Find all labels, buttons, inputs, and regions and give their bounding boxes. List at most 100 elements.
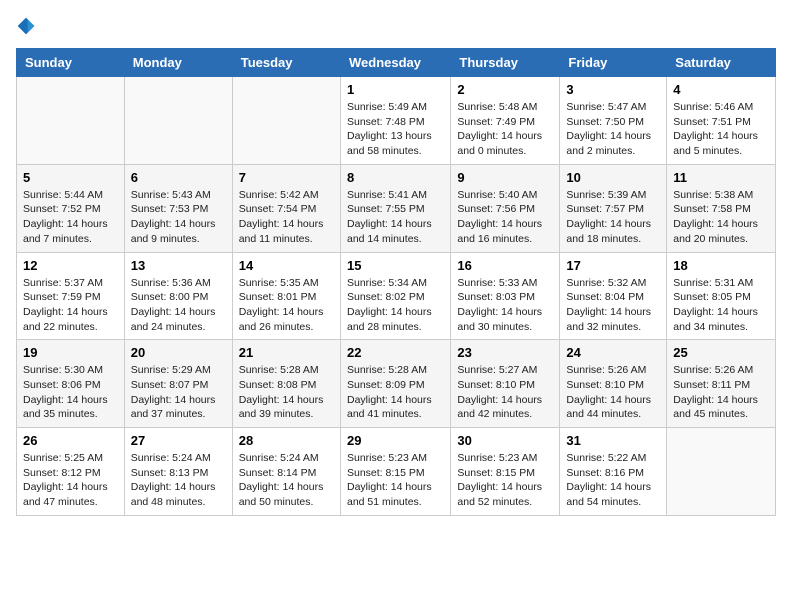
calendar-cell: 13 Sunrise: 5:36 AM Sunset: 8:00 PM Dayli… <box>124 252 232 340</box>
day-info: Sunrise: 5:23 AM Sunset: 8:15 PM Dayligh… <box>347 451 444 510</box>
day-info: Sunrise: 5:24 AM Sunset: 8:13 PM Dayligh… <box>131 451 226 510</box>
calendar-cell: 22 Sunrise: 5:28 AM Sunset: 8:09 PM Dayli… <box>340 340 450 428</box>
day-number: 18 <box>673 258 769 273</box>
calendar-week-row: 19 Sunrise: 5:30 AM Sunset: 8:06 PM Dayli… <box>17 340 776 428</box>
day-number: 4 <box>673 82 769 97</box>
day-number: 27 <box>131 433 226 448</box>
calendar-cell: 15 Sunrise: 5:34 AM Sunset: 8:02 PM Dayli… <box>340 252 450 340</box>
day-number: 21 <box>239 345 334 360</box>
day-info: Sunrise: 5:27 AM Sunset: 8:10 PM Dayligh… <box>457 363 553 422</box>
day-number: 3 <box>566 82 660 97</box>
day-info: Sunrise: 5:35 AM Sunset: 8:01 PM Dayligh… <box>239 276 334 335</box>
day-number: 26 <box>23 433 118 448</box>
day-number: 15 <box>347 258 444 273</box>
day-number: 16 <box>457 258 553 273</box>
calendar-cell: 23 Sunrise: 5:27 AM Sunset: 8:10 PM Dayli… <box>451 340 560 428</box>
calendar-cell: 24 Sunrise: 5:26 AM Sunset: 8:10 PM Dayli… <box>560 340 667 428</box>
day-info: Sunrise: 5:28 AM Sunset: 8:09 PM Dayligh… <box>347 363 444 422</box>
day-number: 9 <box>457 170 553 185</box>
day-number: 20 <box>131 345 226 360</box>
weekday-header-saturday: Saturday <box>667 49 776 77</box>
day-info: Sunrise: 5:46 AM Sunset: 7:51 PM Dayligh… <box>673 100 769 159</box>
day-info: Sunrise: 5:28 AM Sunset: 8:08 PM Dayligh… <box>239 363 334 422</box>
calendar-cell: 31 Sunrise: 5:22 AM Sunset: 8:16 PM Dayli… <box>560 428 667 516</box>
calendar-cell: 27 Sunrise: 5:24 AM Sunset: 8:13 PM Dayli… <box>124 428 232 516</box>
day-number: 11 <box>673 170 769 185</box>
calendar-cell: 6 Sunrise: 5:43 AM Sunset: 7:53 PM Daylig… <box>124 164 232 252</box>
day-info: Sunrise: 5:30 AM Sunset: 8:06 PM Dayligh… <box>23 363 118 422</box>
day-info: Sunrise: 5:31 AM Sunset: 8:05 PM Dayligh… <box>673 276 769 335</box>
calendar-cell: 12 Sunrise: 5:37 AM Sunset: 7:59 PM Dayli… <box>17 252 125 340</box>
calendar-cell: 21 Sunrise: 5:28 AM Sunset: 8:08 PM Dayli… <box>232 340 340 428</box>
calendar-cell: 2 Sunrise: 5:48 AM Sunset: 7:49 PM Daylig… <box>451 77 560 165</box>
calendar-cell: 9Sunrise: 5:40 AM Sunset: 7:56 PM Daylig… <box>451 164 560 252</box>
day-info: Sunrise: 5:49 AM Sunset: 7:48 PM Dayligh… <box>347 100 444 159</box>
day-info: Sunrise: 5:41 AM Sunset: 7:55 PM Dayligh… <box>347 188 444 247</box>
day-info: Sunrise: 5:34 AM Sunset: 8:02 PM Dayligh… <box>347 276 444 335</box>
day-info: Sunrise: 5:23 AM Sunset: 8:15 PM Dayligh… <box>457 451 553 510</box>
day-number: 17 <box>566 258 660 273</box>
day-number: 5 <box>23 170 118 185</box>
calendar-cell: 17 Sunrise: 5:32 AM Sunset: 8:04 PM Dayli… <box>560 252 667 340</box>
day-number: 29 <box>347 433 444 448</box>
calendar-table: SundayMondayTuesdayWednesdayThursdayFrid… <box>16 48 776 516</box>
day-info: Sunrise: 5:43 AM Sunset: 7:53 PM Dayligh… <box>131 188 226 247</box>
day-number: 31 <box>566 433 660 448</box>
day-info: Sunrise: 5:36 AM Sunset: 8:00 PM Dayligh… <box>131 276 226 335</box>
weekday-header-monday: Monday <box>124 49 232 77</box>
calendar-cell: 29 Sunrise: 5:23 AM Sunset: 8:15 PM Dayli… <box>340 428 450 516</box>
day-number: 1 <box>347 82 444 97</box>
calendar-week-row: 26Sunrise: 5:25 AM Sunset: 8:12 PM Dayli… <box>17 428 776 516</box>
logo-icon <box>16 16 36 36</box>
calendar-cell: 26Sunrise: 5:25 AM Sunset: 8:12 PM Dayli… <box>17 428 125 516</box>
day-number: 8 <box>347 170 444 185</box>
calendar-cell: 28 Sunrise: 5:24 AM Sunset: 8:14 PM Dayli… <box>232 428 340 516</box>
day-number: 19 <box>23 345 118 360</box>
calendar-cell: 4 Sunrise: 5:46 AM Sunset: 7:51 PM Daylig… <box>667 77 776 165</box>
day-info: Sunrise: 5:32 AM Sunset: 8:04 PM Dayligh… <box>566 276 660 335</box>
day-info: Sunrise: 5:24 AM Sunset: 8:14 PM Dayligh… <box>239 451 334 510</box>
calendar-cell <box>232 77 340 165</box>
weekday-header-sunday: Sunday <box>17 49 125 77</box>
calendar-week-row: 5 Sunrise: 5:44 AM Sunset: 7:52 PM Daylig… <box>17 164 776 252</box>
day-info: Sunrise: 5:38 AM Sunset: 7:58 PM Dayligh… <box>673 188 769 247</box>
day-info: Sunrise: 5:26 AM Sunset: 8:11 PM Dayligh… <box>673 363 769 422</box>
weekday-header-friday: Friday <box>560 49 667 77</box>
calendar-cell: 3Sunrise: 5:47 AM Sunset: 7:50 PM Daylig… <box>560 77 667 165</box>
weekday-header-tuesday: Tuesday <box>232 49 340 77</box>
day-info: Sunrise: 5:48 AM Sunset: 7:49 PM Dayligh… <box>457 100 553 159</box>
calendar-cell: 16 Sunrise: 5:33 AM Sunset: 8:03 PM Dayli… <box>451 252 560 340</box>
day-number: 14 <box>239 258 334 273</box>
calendar-cell <box>124 77 232 165</box>
day-info: Sunrise: 5:44 AM Sunset: 7:52 PM Dayligh… <box>23 188 118 247</box>
calendar-week-row: 1 Sunrise: 5:49 AM Sunset: 7:48 PM Daylig… <box>17 77 776 165</box>
day-number: 23 <box>457 345 553 360</box>
day-info: Sunrise: 5:22 AM Sunset: 8:16 PM Dayligh… <box>566 451 660 510</box>
calendar-cell <box>667 428 776 516</box>
day-info: Sunrise: 5:42 AM Sunset: 7:54 PM Dayligh… <box>239 188 334 247</box>
day-number: 6 <box>131 170 226 185</box>
calendar-cell: 14 Sunrise: 5:35 AM Sunset: 8:01 PM Dayli… <box>232 252 340 340</box>
logo <box>16 16 40 36</box>
calendar-cell: 30 Sunrise: 5:23 AM Sunset: 8:15 PM Dayli… <box>451 428 560 516</box>
day-number: 2 <box>457 82 553 97</box>
weekday-header-row: SundayMondayTuesdayWednesdayThursdayFrid… <box>17 49 776 77</box>
weekday-header-wednesday: Wednesday <box>340 49 450 77</box>
day-info: Sunrise: 5:29 AM Sunset: 8:07 PM Dayligh… <box>131 363 226 422</box>
calendar-cell: 7Sunrise: 5:42 AM Sunset: 7:54 PM Daylig… <box>232 164 340 252</box>
calendar-cell: 11 Sunrise: 5:38 AM Sunset: 7:58 PM Dayli… <box>667 164 776 252</box>
day-number: 22 <box>347 345 444 360</box>
day-number: 12 <box>23 258 118 273</box>
day-number: 28 <box>239 433 334 448</box>
day-number: 30 <box>457 433 553 448</box>
weekday-header-thursday: Thursday <box>451 49 560 77</box>
day-number: 24 <box>566 345 660 360</box>
calendar-cell: 1 Sunrise: 5:49 AM Sunset: 7:48 PM Daylig… <box>340 77 450 165</box>
day-info: Sunrise: 5:37 AM Sunset: 7:59 PM Dayligh… <box>23 276 118 335</box>
calendar-cell: 10Sunrise: 5:39 AM Sunset: 7:57 PM Dayli… <box>560 164 667 252</box>
day-info: Sunrise: 5:26 AM Sunset: 8:10 PM Dayligh… <box>566 363 660 422</box>
calendar-cell: 5 Sunrise: 5:44 AM Sunset: 7:52 PM Daylig… <box>17 164 125 252</box>
day-info: Sunrise: 5:33 AM Sunset: 8:03 PM Dayligh… <box>457 276 553 335</box>
day-number: 13 <box>131 258 226 273</box>
header <box>16 16 776 36</box>
